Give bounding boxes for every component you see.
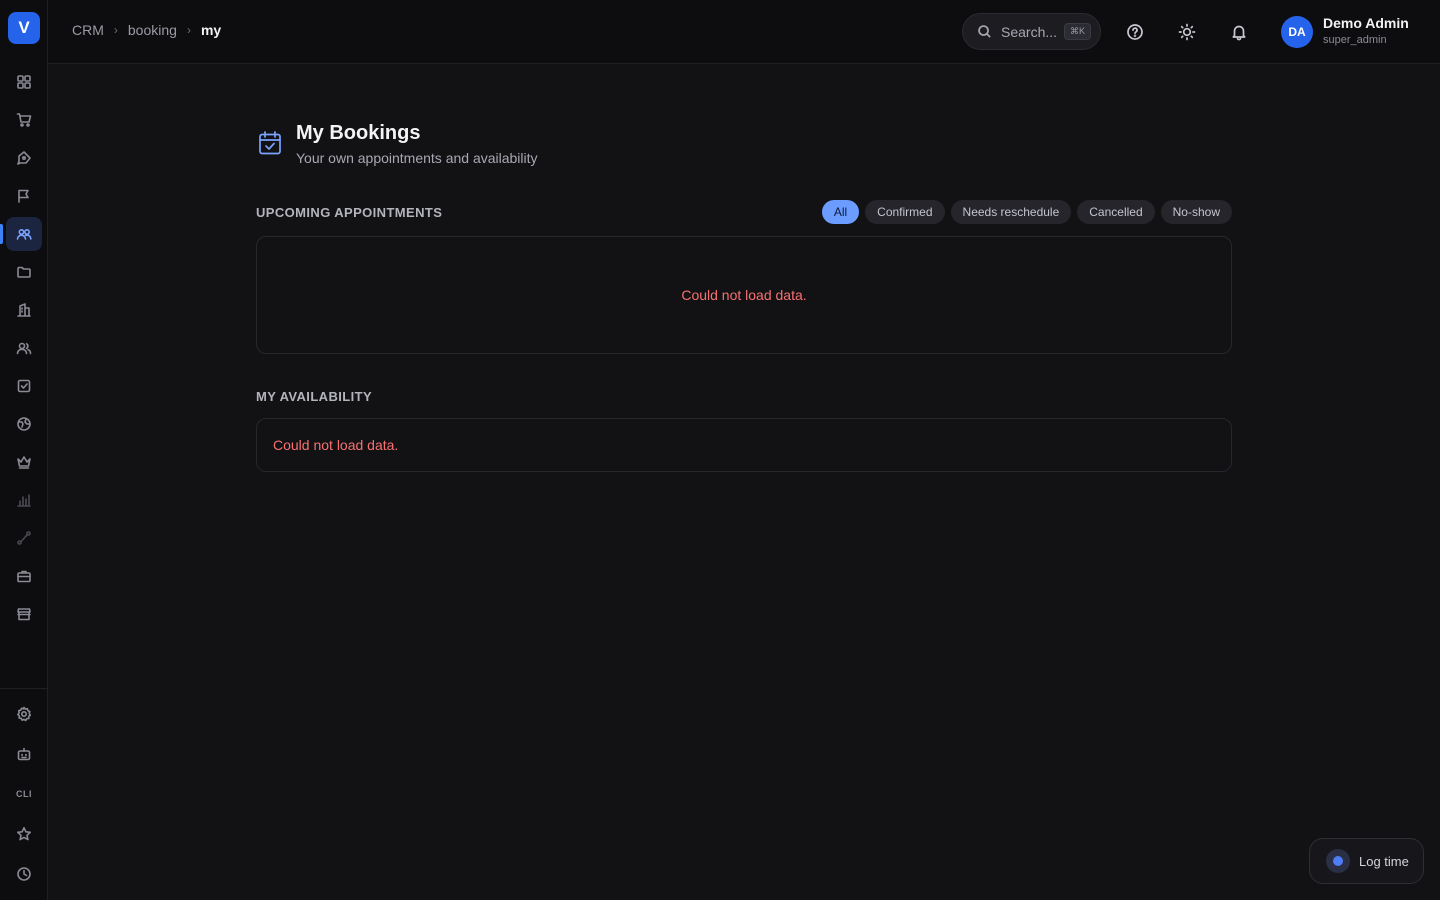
search-placeholder: Search... <box>1001 23 1058 40</box>
breadcrumb-crm[interactable]: CRM <box>72 22 104 38</box>
help-icon <box>1127 24 1143 40</box>
sidebar-item-settings[interactable] <box>6 697 42 731</box>
sidebar-item-premium[interactable] <box>6 445 42 479</box>
filter-all[interactable]: All <box>821 200 860 224</box>
filter-no-show[interactable]: No-show <box>1160 200 1232 224</box>
sidebar-item-history[interactable] <box>6 857 42 891</box>
log-time-button[interactable]: Log time <box>1309 838 1424 884</box>
upcoming-appointments-heading: UPCOMING APPOINTMENTS <box>256 205 443 220</box>
calendar-check-icon <box>258 130 282 156</box>
gear-icon <box>17 706 32 722</box>
sidebar-item-tasks[interactable] <box>6 369 42 403</box>
help-button[interactable] <box>1123 20 1147 44</box>
sun-icon <box>1178 23 1196 41</box>
sidebar-divider <box>0 688 48 689</box>
log-time-label: Log time <box>1359 853 1409 869</box>
folder-icon <box>17 266 31 278</box>
sidebar-item-files[interactable] <box>6 255 42 289</box>
building-icon <box>17 303 31 317</box>
filter-confirmed[interactable]: Confirmed <box>865 200 945 224</box>
sidebar-item-jobs[interactable] <box>6 559 42 593</box>
availability-card: Could not load data. <box>256 418 1232 472</box>
my-availability-heading: MY AVAILABILITY <box>256 389 373 404</box>
notifications-button[interactable] <box>1227 20 1251 44</box>
appointments-error: Could not load data. <box>681 287 807 303</box>
appointments-card: Could not load data. <box>256 236 1232 354</box>
app-logo[interactable]: V <box>8 12 40 44</box>
sidebar-item-bot[interactable] <box>6 737 42 771</box>
crown-icon <box>17 456 31 469</box>
user-name[interactable]: Demo Admin <box>1323 15 1409 31</box>
sidebar-item-companies[interactable] <box>6 293 42 327</box>
sidebar-item-cli[interactable]: CLI <box>6 777 42 811</box>
topbar: CRM › booking › my Search... ⌘K DA Demo … <box>48 0 1440 64</box>
filter-cancelled[interactable]: Cancelled <box>1077 200 1155 224</box>
grid-icon <box>17 75 31 89</box>
active-indicator <box>0 224 3 244</box>
search-icon <box>978 25 991 38</box>
chevron-right-icon: › <box>186 23 191 37</box>
sidebar-item-design[interactable] <box>6 141 42 175</box>
sidebar-item-campaigns[interactable] <box>6 179 42 213</box>
checkbox-icon <box>17 379 31 393</box>
theme-toggle-button[interactable] <box>1175 20 1199 44</box>
store-icon <box>17 608 31 621</box>
breadcrumb: CRM › booking › my <box>72 22 221 38</box>
user-avatar[interactable]: DA <box>1281 16 1313 48</box>
bar-chart-icon <box>17 494 31 507</box>
sidebar: V CLI <box>0 0 48 900</box>
availability-error: Could not load data. <box>273 437 399 453</box>
filter-needs-reschedule[interactable]: Needs reschedule <box>950 200 1072 224</box>
pen-tool-icon <box>17 151 31 165</box>
bell-icon <box>1232 25 1246 41</box>
globe-icon <box>17 417 31 431</box>
briefcase-icon <box>17 570 31 583</box>
sidebar-item-team[interactable] <box>6 331 42 365</box>
search-shortcut: ⌘K <box>1064 23 1092 40</box>
cart-icon <box>16 113 32 127</box>
users-icon <box>16 228 32 240</box>
appointment-filters: All Confirmed Needs reschedule Cancelled… <box>821 200 1232 224</box>
timer-icon <box>1326 849 1350 873</box>
sidebar-item-favorites[interactable] <box>6 817 42 851</box>
sidebar-item-web[interactable] <box>6 407 42 441</box>
page-subtitle: Your own appointments and availability <box>296 150 538 166</box>
cli-label: CLI <box>16 789 32 799</box>
sidebar-item-analytics[interactable] <box>6 483 42 517</box>
sidebar-item-routes[interactable] <box>6 521 42 555</box>
sidebar-item-dashboard[interactable] <box>6 65 42 99</box>
page-title: My Bookings <box>296 122 421 144</box>
robot-icon <box>17 747 31 761</box>
team-icon <box>16 342 32 355</box>
clock-icon <box>17 867 31 881</box>
star-icon <box>17 827 31 841</box>
breadcrumb-current: my <box>200 22 222 38</box>
sidebar-item-crm[interactable] <box>6 217 42 251</box>
chevron-right-icon: › <box>113 23 118 37</box>
flag-icon <box>18 189 29 203</box>
sidebar-item-shop[interactable] <box>6 103 42 137</box>
sidebar-item-store[interactable] <box>6 597 42 631</box>
search-input[interactable]: Search... ⌘K <box>962 13 1101 50</box>
breadcrumb-booking[interactable]: booking <box>128 22 177 38</box>
route-icon <box>17 531 31 545</box>
user-role: super_admin <box>1323 34 1387 46</box>
